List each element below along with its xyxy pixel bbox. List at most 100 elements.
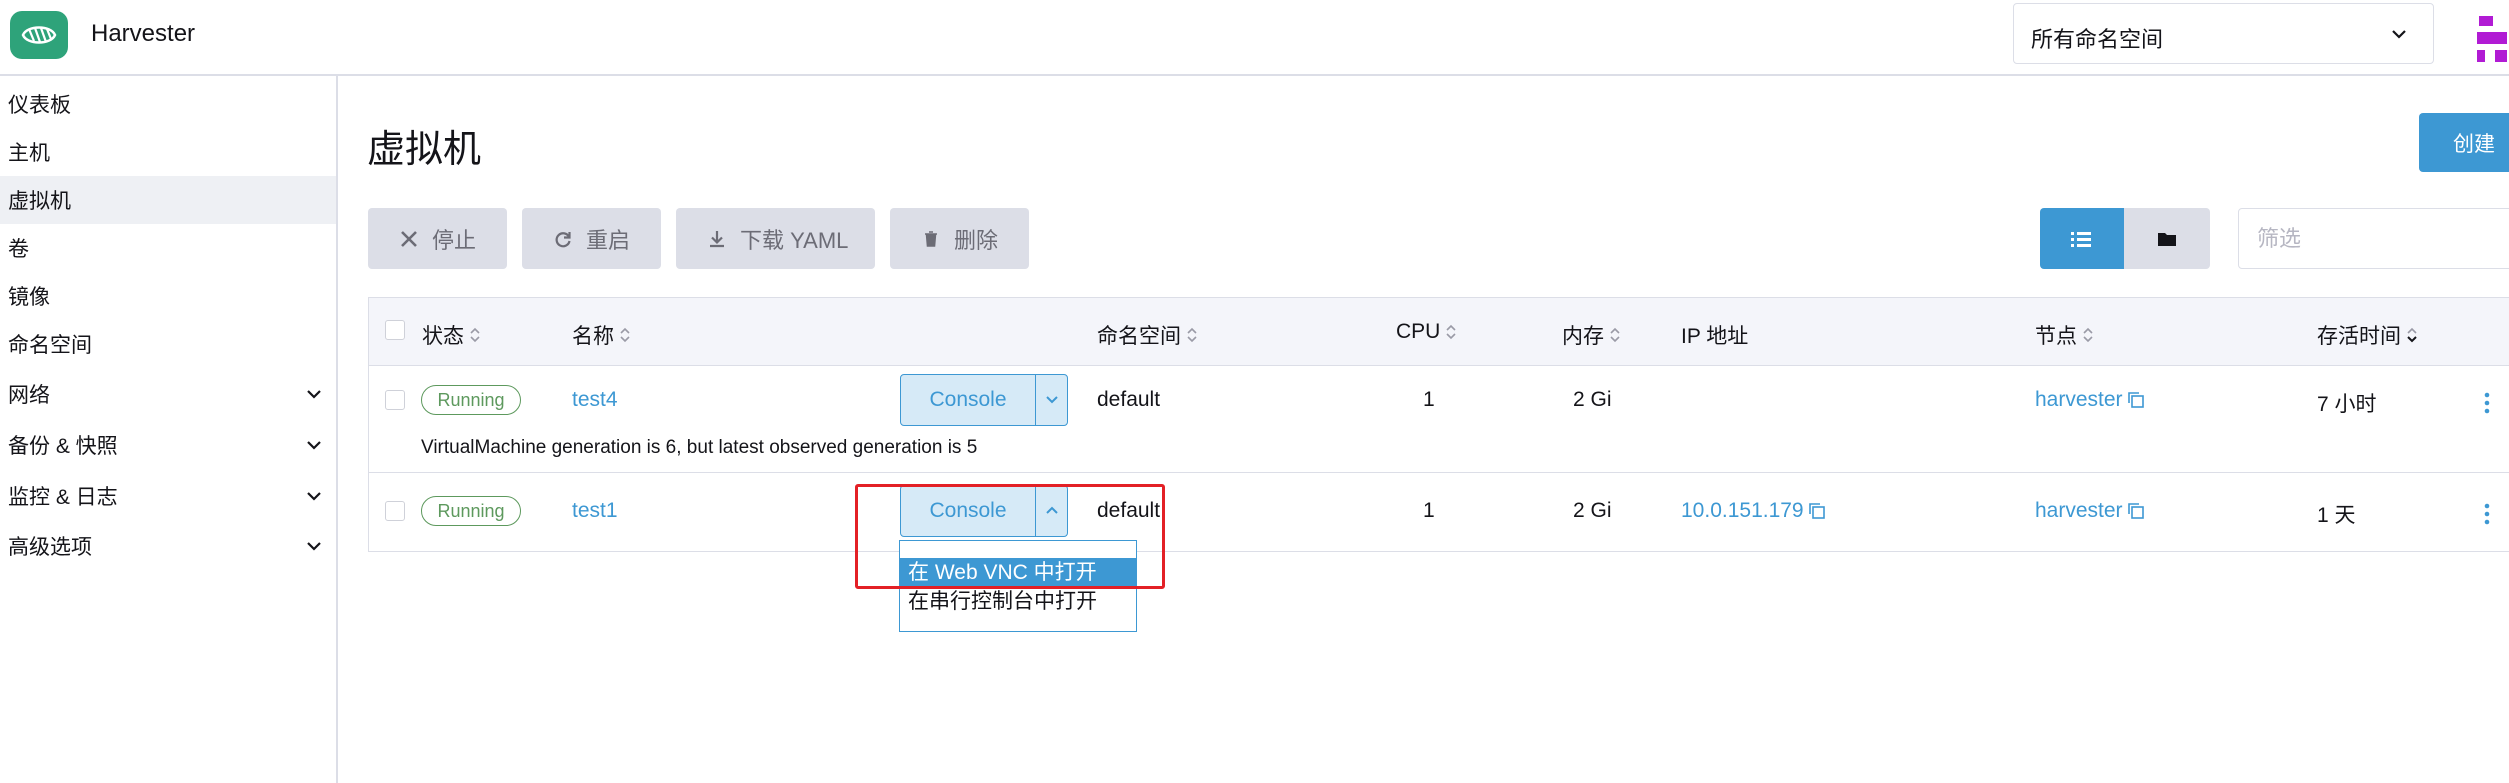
- sidebar-item-label: 网络: [8, 384, 50, 407]
- sidebar-item-label: 卷: [8, 238, 29, 261]
- chevron-down-icon: [307, 390, 321, 399]
- table-row: Running test1 Console default 1 2 Gi 10.…: [369, 474, 2509, 551]
- sidebar-item-networks[interactable]: 网络: [0, 370, 336, 418]
- copy-icon[interactable]: [2127, 502, 2145, 520]
- column-age[interactable]: 存活时间: [2317, 320, 2419, 350]
- cpu-cell: 1: [1423, 499, 1435, 522]
- stop-button[interactable]: 停止: [368, 208, 507, 269]
- sort-icon: [470, 327, 480, 343]
- download-yaml-label: 下载 YAML: [740, 227, 849, 253]
- column-ip: IP 地址: [1681, 320, 1748, 350]
- sort-icon: [1446, 324, 1456, 340]
- kebab-menu-icon[interactable]: [2483, 502, 2491, 526]
- node-label: harvester: [2035, 499, 2123, 522]
- create-button[interactable]: 创建: [2419, 113, 2509, 172]
- annotation-highlight-box: [855, 484, 1165, 589]
- list-view-toggle[interactable]: [2040, 208, 2124, 269]
- chevron-down-icon: [1046, 396, 1058, 404]
- sidebar-item-label: 命名空间: [8, 334, 92, 357]
- app-title: Harvester: [91, 20, 196, 47]
- node-link[interactable]: harvester: [2035, 499, 2145, 523]
- list-icon: [2071, 231, 2091, 247]
- sidebar-item-hosts[interactable]: 主机: [0, 128, 336, 176]
- sort-desc-icon: [2407, 327, 2417, 343]
- delete-button[interactable]: 删除: [890, 208, 1029, 269]
- node-label: harvester: [2035, 388, 2123, 411]
- node-link[interactable]: harvester: [2035, 388, 2145, 412]
- sidebar-item-namespaces[interactable]: 命名空间: [0, 320, 336, 368]
- column-label: IP 地址: [1681, 325, 1749, 348]
- sidebar-item-dashboard[interactable]: 仪表板: [0, 80, 336, 128]
- kebab-menu-icon[interactable]: [2483, 391, 2491, 415]
- sidebar-item-monitoring-logging[interactable]: 监控 & 日志: [0, 472, 336, 520]
- folder-icon: [2158, 232, 2176, 246]
- column-name[interactable]: 名称: [572, 320, 632, 350]
- restart-label: 重启: [586, 227, 631, 253]
- copy-icon[interactable]: [1808, 502, 1826, 520]
- age-cell: 7 小时: [2317, 393, 2377, 416]
- chevron-down-icon: [307, 441, 321, 450]
- console-button[interactable]: Console: [900, 374, 1068, 426]
- column-label: 命名空间: [1097, 325, 1181, 348]
- console-label: Console: [929, 388, 1007, 411]
- sidebar-item-label: 虚拟机: [8, 190, 71, 213]
- top-header: Harvester 所有命名空间: [0, 0, 2509, 76]
- page-title: 虚拟机: [367, 129, 482, 171]
- column-node[interactable]: 节点: [2035, 320, 2095, 350]
- chevron-down-icon: [2392, 30, 2406, 39]
- namespace-select-value: 所有命名空间: [2031, 27, 2164, 52]
- sort-icon: [2083, 327, 2093, 343]
- download-icon: [706, 228, 728, 250]
- sort-icon: [1610, 327, 1620, 343]
- age-cell: 1 天: [2317, 504, 2356, 527]
- table-header: 状态 名称 命名空间 CPU 内存 IP 地址 节点 存活时间: [369, 298, 2509, 366]
- open-serial-console-option[interactable]: 在串行控制台中打开: [900, 587, 1136, 616]
- filter-input[interactable]: [2238, 208, 2509, 269]
- cpu-cell: 1: [1423, 388, 1435, 411]
- restart-button[interactable]: 重启: [522, 208, 661, 269]
- column-memory[interactable]: 内存: [1562, 320, 1622, 350]
- sidebar-item-images[interactable]: 镜像: [0, 272, 336, 320]
- select-all-checkbox[interactable]: [385, 320, 405, 340]
- memory-cell: 2 Gi: [1573, 499, 1612, 522]
- column-namespace[interactable]: 命名空间: [1097, 320, 1199, 350]
- ip-link[interactable]: 10.0.151.179: [1681, 499, 1826, 523]
- ip-label: 10.0.151.179: [1681, 499, 1804, 522]
- status-badge: Running: [421, 385, 521, 415]
- chevron-down-icon: [307, 492, 321, 501]
- sidebar-item-label: 镜像: [8, 286, 50, 309]
- column-label: CPU: [1396, 320, 1441, 343]
- stop-label: 停止: [432, 227, 477, 253]
- vm-name-link[interactable]: test4: [572, 388, 618, 412]
- namespace-select[interactable]: 所有命名空间: [2013, 3, 2434, 64]
- column-label: 内存: [1562, 325, 1604, 348]
- vm-table: 状态 名称 命名空间 CPU 内存 IP 地址 节点 存活时间 Running …: [368, 297, 2509, 552]
- row-checkbox[interactable]: [385, 390, 405, 410]
- sidebar-item-label: 主机: [8, 142, 50, 165]
- row-checkbox[interactable]: [385, 501, 405, 521]
- sidebar: 仪表板 主机 虚拟机 卷 镜像 命名空间 网络 备份 & 快照 监控 & 日志 …: [0, 76, 338, 783]
- user-avatar-icon[interactable]: [2475, 14, 2509, 64]
- vm-name-link[interactable]: test1: [572, 499, 618, 523]
- column-label: 节点: [2035, 325, 2077, 348]
- row-status-message: VirtualMachine generation is 6, but late…: [421, 437, 978, 458]
- group-view-toggle[interactable]: [2124, 208, 2210, 269]
- sidebar-item-virtual-machines[interactable]: 虚拟机: [0, 176, 336, 224]
- column-label: 状态: [422, 325, 464, 348]
- sidebar-item-advanced[interactable]: 高级选项: [0, 522, 336, 570]
- namespace-cell: default: [1097, 388, 1161, 411]
- column-cpu[interactable]: CPU: [1396, 320, 1458, 344]
- column-label: 存活时间: [2317, 325, 2401, 348]
- copy-icon[interactable]: [2127, 391, 2145, 409]
- memory-cell: 2 Gi: [1573, 388, 1612, 411]
- sidebar-item-volumes[interactable]: 卷: [0, 224, 336, 272]
- column-label: 名称: [572, 325, 614, 348]
- delete-label: 删除: [954, 227, 999, 253]
- sidebar-item-label: 高级选项: [8, 536, 92, 559]
- column-state[interactable]: 状态: [422, 320, 482, 350]
- console-divider: [1035, 375, 1036, 425]
- harvester-logo-icon[interactable]: [10, 11, 68, 59]
- sidebar-item-backup-snapshot[interactable]: 备份 & 快照: [0, 421, 336, 469]
- sort-icon: [620, 327, 630, 343]
- download-yaml-button[interactable]: 下载 YAML: [676, 208, 875, 269]
